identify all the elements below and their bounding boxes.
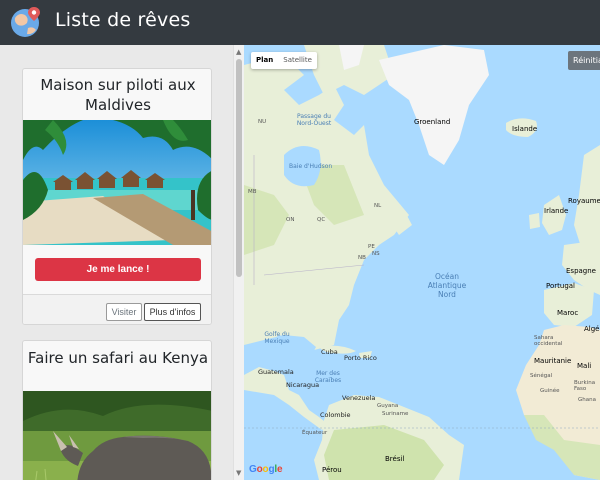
map-type-plan-button[interactable]: Plan <box>251 52 278 69</box>
map-label-groenland: Groenland <box>414 118 451 126</box>
map-label-colombie: Colombie <box>320 411 351 419</box>
dream-card-title: Maison sur piloti aux Maldives <box>40 76 196 114</box>
map-label-ocean: Océan Atlantique Nord <box>427 272 467 299</box>
map-label-golfe: Golfe du Mexique <box>264 331 290 345</box>
google-logo[interactable]: Google <box>249 464 283 475</box>
map-label-guatemala: Guatemala <box>258 368 294 376</box>
sidebar-scrollbar[interactable]: ▲ ▼ <box>233 45 244 480</box>
scroll-down-arrow-icon[interactable]: ▼ <box>236 469 241 477</box>
map-label-on: ON <box>286 217 295 223</box>
scroll-up-arrow-icon[interactable]: ▲ <box>236 48 241 56</box>
map-label-nb: NB <box>358 255 366 261</box>
top-navbar: Liste de rêves <box>0 0 600 45</box>
dream-card: Faire un safari au Kenya <box>22 340 212 480</box>
map-label-nord-ouest: Passage du Nord-Ouest <box>296 113 332 127</box>
map-label-algerie: Algéri <box>584 325 600 333</box>
cta-button[interactable]: Je me lance ! <box>35 258 201 281</box>
map-label-suriname: Suriname <box>382 411 409 417</box>
ireland-land <box>529 213 540 229</box>
map-label-guinee: Guinée <box>540 388 560 394</box>
dream-list-sidebar[interactable]: Maison sur piloti aux Maldives Je me lan… <box>0 45 244 480</box>
map-label-sahara: Sahara occidental <box>534 335 563 347</box>
map-label-burkina: Burkina Faso <box>574 380 596 392</box>
map-reset-button[interactable]: Réinitia <box>568 51 600 70</box>
globe-pin-logo[interactable] <box>10 6 42 38</box>
visit-button[interactable]: Visiter <box>106 303 142 321</box>
map-label-bresil: Brésil <box>385 455 405 463</box>
rhinoceros-savanna-photo <box>23 391 211 480</box>
map-label-nu: NU <box>258 119 267 125</box>
map-type-control[interactable]: Plan Satellite <box>251 52 317 69</box>
dream-card: Maison sur piloti aux Maldives Je me lan… <box>22 68 212 325</box>
map-label-islande: Islande <box>512 125 538 133</box>
map-label-ns: NS <box>372 251 380 257</box>
map-label-mali: Mali <box>577 362 592 370</box>
greenland-ice <box>379 45 489 165</box>
map-label-ghana: Ghana <box>578 397 596 403</box>
map-label-guyana: Guyana <box>377 403 399 409</box>
map-label-perou: Pérou <box>322 466 342 474</box>
app-title: Liste de rêves <box>55 9 191 31</box>
britain-land <box>542 195 566 235</box>
scrollbar-thumb[interactable] <box>236 59 242 277</box>
dream-card-title: Faire un safari au Kenya <box>27 349 209 367</box>
map-label-mb: MB <box>248 189 257 195</box>
map-label-royaume-uni: Royaume-Uni <box>568 197 600 205</box>
map-label-caraibes: Mer des Caraïbes <box>314 370 342 384</box>
map-label-porto-rico: Porto Rico <box>344 354 377 362</box>
map-label-qc: QC <box>317 217 326 223</box>
map-label-hudson: Baie d'Hudson <box>289 163 333 170</box>
map-label-mauritanie: Mauritanie <box>534 357 572 365</box>
map-label-irlande: Irlande <box>544 207 569 215</box>
map-label-venezuela: Venezuela <box>342 394 376 402</box>
world-map[interactable]: Plan Satellite Réinitia Groenland Island… <box>244 45 600 480</box>
map-label-portugal: Portugal <box>546 282 575 290</box>
map-tiles[interactable] <box>244 45 600 480</box>
more-info-button[interactable]: Plus d'infos <box>144 303 201 321</box>
map-label-maroc: Maroc <box>557 309 579 317</box>
map-label-espagne: Espagne <box>566 267 596 275</box>
map-type-satellite-button[interactable]: Satellite <box>278 52 317 69</box>
card-footer: Visiter Plus d'infos <box>23 294 211 324</box>
map-label-nl: NL <box>374 203 382 209</box>
map-label-senegal: Sénégal <box>530 373 553 379</box>
maldives-overwater-villas-photo <box>23 120 211 245</box>
map-label-pe: PE <box>368 244 375 250</box>
map-label-cuba: Cuba <box>321 348 338 356</box>
map-label-equateur: Équateur <box>302 430 328 436</box>
